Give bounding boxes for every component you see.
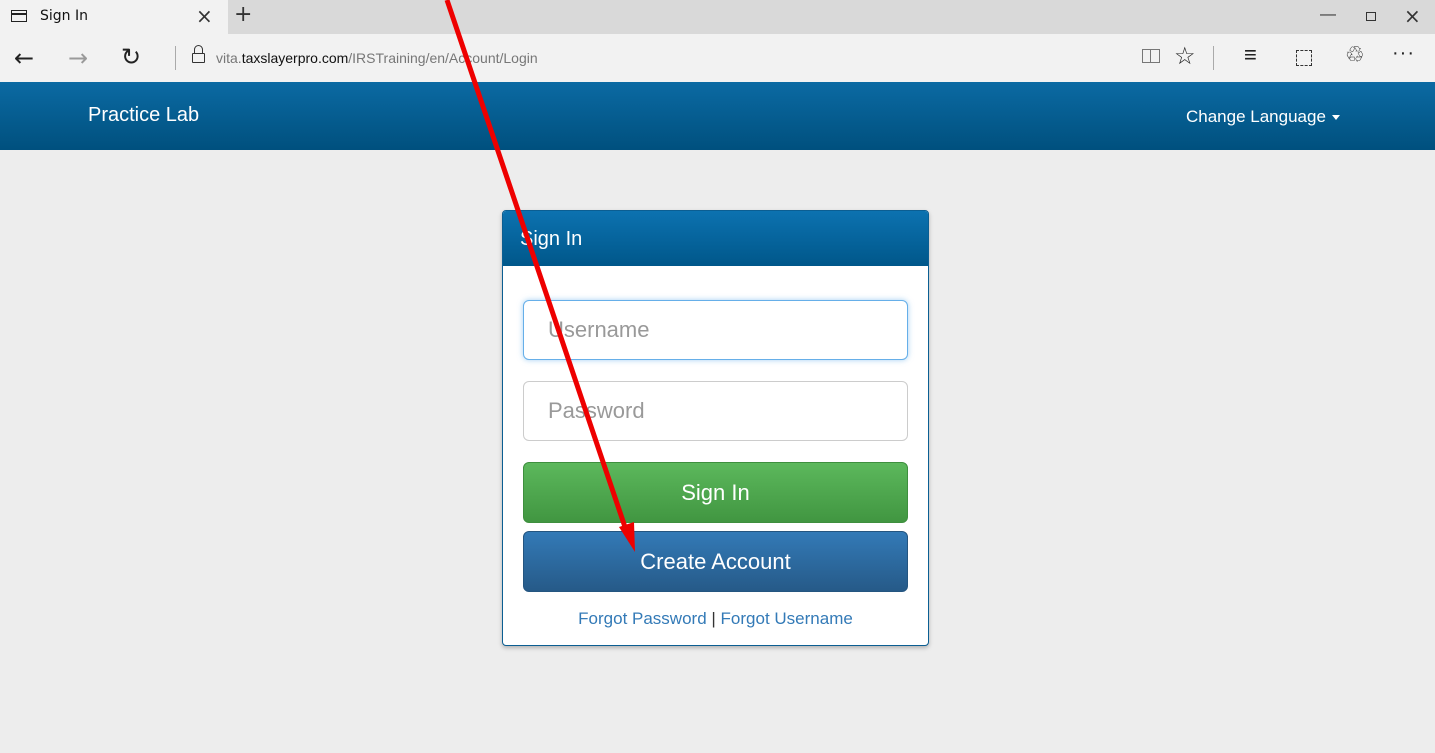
window-close-icon[interactable]: × — [1404, 4, 1421, 28]
forgot-links: Forgot Password | Forgot Username — [503, 609, 928, 629]
url-domain: taxslayerpro.com — [241, 50, 349, 66]
tab-title: Sign In — [40, 8, 88, 24]
url-path: /IRSTraining/en/Account/Login — [348, 50, 538, 66]
brand-title[interactable]: Practice Lab — [88, 104, 199, 127]
url-prefix: vita. — [216, 50, 242, 66]
restore-icon[interactable] — [1366, 12, 1376, 21]
password-input[interactable] — [523, 381, 908, 441]
panel-header: Sign In — [503, 211, 928, 266]
change-language-label: Change Language — [1186, 107, 1326, 126]
new-tab-icon[interactable]: + — [234, 2, 252, 27]
forward-arrow-icon[interactable]: → — [68, 44, 88, 72]
signin-button[interactable]: Sign In — [523, 462, 908, 523]
back-arrow-icon[interactable]: ← — [14, 44, 34, 72]
create-account-button[interactable]: Create Account — [523, 531, 908, 592]
change-language-dropdown[interactable]: Change Language — [1186, 107, 1340, 127]
link-separator: | — [711, 609, 716, 628]
close-tab-icon[interactable]: × — [196, 4, 213, 28]
page-icon — [11, 10, 27, 22]
browser-tab[interactable]: Sign In × — [0, 0, 228, 34]
app-navbar: Practice Lab Change Language — [0, 82, 1435, 150]
browser-tab-bar: Sign In × + — × — [0, 0, 1435, 34]
more-icon[interactable]: ··· — [1392, 42, 1415, 65]
signin-panel: Sign In Sign In Create Account Forgot Pa… — [502, 210, 929, 646]
divider — [1213, 46, 1214, 70]
refresh-icon[interactable]: ↻ — [121, 43, 141, 71]
caret-down-icon — [1331, 115, 1340, 121]
favorite-star-icon[interactable]: ☆ — [1174, 42, 1196, 71]
hub-icon[interactable]: ≡ — [1244, 42, 1257, 68]
address-bar: ← → ↻ vita.taxslayerpro.com/IRSTraining/… — [0, 34, 1435, 82]
lock-icon — [192, 45, 205, 63]
web-note-icon[interactable] — [1296, 50, 1312, 66]
share-icon[interactable]: ♲ — [1345, 42, 1365, 68]
forgot-password-link[interactable]: Forgot Password — [578, 609, 707, 628]
divider — [175, 46, 176, 70]
username-input[interactable] — [523, 300, 908, 360]
reading-view-icon[interactable] — [1142, 49, 1160, 63]
forgot-username-link[interactable]: Forgot Username — [721, 609, 853, 628]
url-field[interactable]: vita.taxslayerpro.com/IRSTraining/en/Acc… — [216, 50, 538, 66]
minimize-icon[interactable]: — — [1320, 6, 1336, 24]
panel-title: Sign In — [520, 228, 583, 250]
